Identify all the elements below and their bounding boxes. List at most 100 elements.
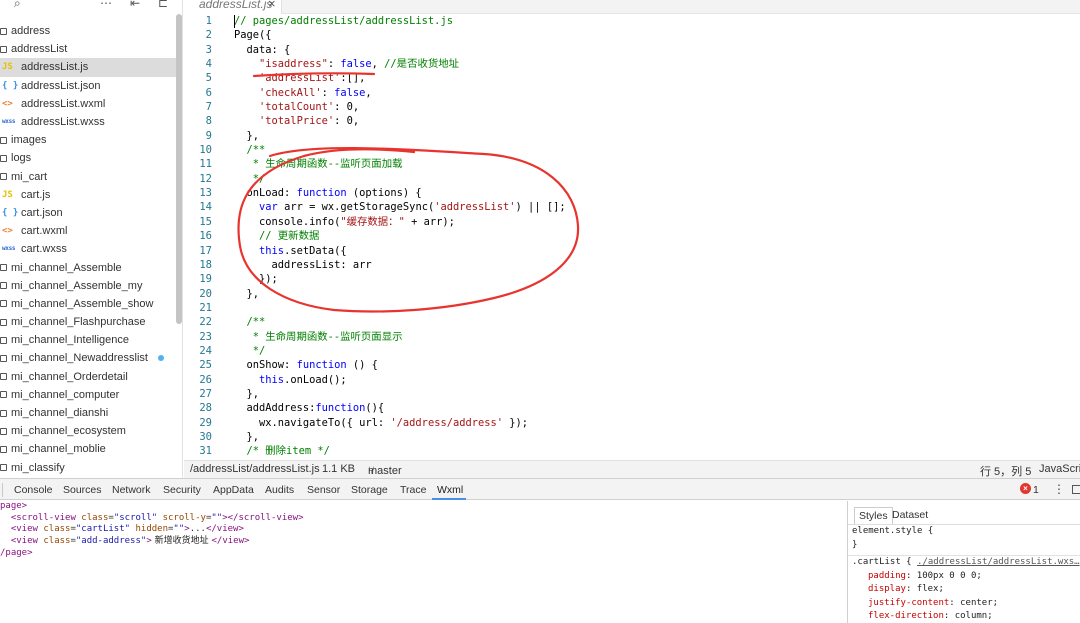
- css-property[interactable]: display: flex;: [848, 583, 1080, 597]
- file-tree-item[interactable]: mi_channel_moblie: [0, 440, 176, 458]
- code-line[interactable]: },: [234, 387, 1074, 401]
- css-property[interactable]: padding: 100px 0 0 0;: [848, 570, 1080, 584]
- file-tree-item[interactable]: <> addressList.wxml: [0, 95, 176, 113]
- file-tree-item[interactable]: addressList: [0, 40, 176, 58]
- tab-addresslist-js[interactable]: addressList.js ×: [184, 0, 282, 14]
- wxml-tree-panel[interactable]: page> <scroll-view class="scroll" scroll…: [0, 501, 847, 623]
- tab-trace[interactable]: Trace: [400, 484, 426, 496]
- tab-console[interactable]: Console: [14, 484, 53, 496]
- code-line[interactable]: Page({: [234, 28, 1074, 42]
- code-line[interactable]: /**: [234, 315, 1074, 329]
- file-tree-item[interactable]: { } cart.json: [0, 204, 176, 222]
- file-tree-item[interactable]: mi_channel_Assemble_show: [0, 295, 176, 313]
- code-line[interactable]: },: [234, 430, 1074, 444]
- sidebar-scrollbar[interactable]: [176, 14, 182, 324]
- line-number: 12: [199, 172, 212, 185]
- more-options-icon[interactable]: ⋮: [1053, 482, 1065, 496]
- tab-storage[interactable]: Storage: [351, 484, 388, 496]
- code-line[interactable]: // pages/addressList/addressList.js: [234, 14, 1074, 28]
- code-line[interactable]: */: [234, 344, 1074, 358]
- file-tree-item[interactable]: mi_channel_Intelligence: [0, 331, 176, 349]
- code-line[interactable]: },: [234, 287, 1074, 301]
- dock-side-icon[interactable]: [1072, 485, 1080, 494]
- file-tree-item[interactable]: mi_cart: [0, 168, 176, 186]
- file-tree-item[interactable]: mi_channel_dianshi: [0, 404, 176, 422]
- tab-styles[interactable]: Styles: [854, 507, 893, 524]
- code-token: function: [315, 402, 366, 415]
- code-line[interactable]: "isaddress": false, //是否收货地址: [234, 57, 1074, 71]
- file-tree-item[interactable]: mi_channel_ecosystem: [0, 422, 176, 440]
- file-tree-item[interactable]: mi_channel_Newaddresslist: [0, 349, 176, 367]
- code-line[interactable]: console.info("缓存数据：" + arr);: [234, 215, 1074, 229]
- css-property[interactable]: flex-direction: column;: [848, 610, 1080, 623]
- wxml-node[interactable]: <view class="cartList" hidden="">...</vi…: [0, 524, 847, 536]
- collapse-all-icon[interactable]: ⇤: [130, 0, 140, 10]
- tab-appdata[interactable]: AppData: [213, 484, 254, 496]
- close-icon[interactable]: ×: [268, 0, 276, 11]
- file-tree-item[interactable]: wxss addressList.wxss: [0, 113, 176, 131]
- wxml-node[interactable]: <scroll-view class="scroll" scroll-y="">…: [0, 513, 847, 525]
- code-line[interactable]: onShow: function () {: [234, 358, 1074, 372]
- code-line[interactable]: * 生命周期函数--监听页面加载: [234, 157, 1074, 171]
- code-area[interactable]: // pages/addressList/addressList.js Page(…: [234, 14, 1074, 459]
- code-line[interactable]: // 更新数据: [234, 229, 1074, 243]
- search-icon[interactable]: ⌕: [14, 0, 21, 11]
- file-tree-item[interactable]: images: [0, 131, 176, 149]
- tab-security[interactable]: Security: [163, 484, 201, 496]
- language-mode[interactable]: JavaScript: [1039, 463, 1080, 475]
- code-line[interactable]: },: [234, 129, 1074, 143]
- code-line[interactable]: [234, 301, 1074, 315]
- tab-dataset[interactable]: Dataset: [892, 509, 928, 521]
- code-line[interactable]: addressList: arr: [234, 258, 1074, 272]
- tab-sources[interactable]: Sources: [63, 484, 102, 496]
- code-line[interactable]: 'addressList':[],: [234, 71, 1074, 85]
- wxml-node[interactable]: /page>: [0, 548, 847, 560]
- code-line[interactable]: /* 删除item */: [234, 444, 1074, 458]
- split-panel-icon[interactable]: ⊏: [158, 0, 168, 10]
- file-tree-item[interactable]: logs: [0, 149, 176, 167]
- code-line[interactable]: * 生命周期函数--监听页面显示: [234, 330, 1074, 344]
- code-line[interactable]: /**: [234, 143, 1074, 157]
- code-line[interactable]: 'totalCount': 0,: [234, 100, 1074, 114]
- code-line[interactable]: */: [234, 172, 1074, 186]
- wxml-node[interactable]: <view class="add-address"> 新增收货地址 </view…: [0, 536, 847, 548]
- file-tree-item[interactable]: mi_channel_Orderdetail: [0, 368, 176, 386]
- tab-network[interactable]: Network: [112, 484, 151, 496]
- code-line[interactable]: data: {: [234, 43, 1074, 57]
- code-line[interactable]: this.onLoad();: [234, 373, 1074, 387]
- file-tree-item[interactable]: JS addressList.js: [0, 58, 176, 77]
- error-icon[interactable]: ×: [1020, 483, 1031, 494]
- cursor-position[interactable]: 行 5，列 5: [980, 463, 1031, 479]
- file-tree-item[interactable]: mi_classify: [0, 459, 176, 477]
- file-tree-item[interactable]: { } addressList.json: [0, 77, 176, 95]
- css-property[interactable]: justify-content: center;: [848, 597, 1080, 611]
- code-line[interactable]: onLoad: function (options) {: [234, 186, 1074, 200]
- code-editor[interactable]: 1 2 3 4 5 6 7 8 9 10 11 12 13 14 15 16 17 18 19 20 21 22 23 24 2…: [184, 14, 1080, 460]
- more-icon[interactable]: ⋯: [100, 0, 112, 10]
- tab-sensor[interactable]: Sensor: [307, 484, 340, 496]
- error-count[interactable]: 1: [1033, 484, 1039, 496]
- line-number: 19: [199, 273, 212, 286]
- tab-wxml[interactable]: Wxml: [437, 484, 463, 496]
- file-tree-item[interactable]: mi_channel_Assemble_my: [0, 277, 176, 295]
- css-source-link[interactable]: ./addressList/addressList.wxs…: [917, 557, 1080, 567]
- code-line[interactable]: 'totalPrice': 0,: [234, 114, 1074, 128]
- file-tree-item[interactable]: mi_channel_Flashpurchase: [0, 313, 176, 331]
- line-number: 31: [199, 445, 212, 458]
- file-path[interactable]: /addressList/addressList.js: [190, 463, 320, 475]
- file-tree-item[interactable]: <> cart.wxml: [0, 222, 176, 240]
- file-tree-item[interactable]: wxss cart.wxss: [0, 240, 176, 258]
- code-line[interactable]: 'checkAll': false,: [234, 86, 1074, 100]
- code-line[interactable]: var arr = wx.getStorageSync('addressList…: [234, 200, 1074, 214]
- wxml-node[interactable]: page>: [0, 501, 847, 513]
- code-line[interactable]: wx.navigateTo({ url: '/address/address' …: [234, 416, 1074, 430]
- file-tree-item[interactable]: address: [0, 22, 176, 40]
- file-tree-item[interactable]: mi_channel_computer: [0, 386, 176, 404]
- element-style-open[interactable]: element.style {: [848, 525, 1080, 539]
- file-tree-item[interactable]: mi_channel_Assemble: [0, 258, 176, 276]
- code-line[interactable]: });: [234, 272, 1074, 286]
- file-tree-item[interactable]: JS cart.js: [0, 186, 176, 204]
- code-line[interactable]: addAddress:function(){: [234, 401, 1074, 415]
- code-line[interactable]: this.setData({: [234, 244, 1074, 258]
- tab-audits[interactable]: Audits: [265, 484, 294, 496]
